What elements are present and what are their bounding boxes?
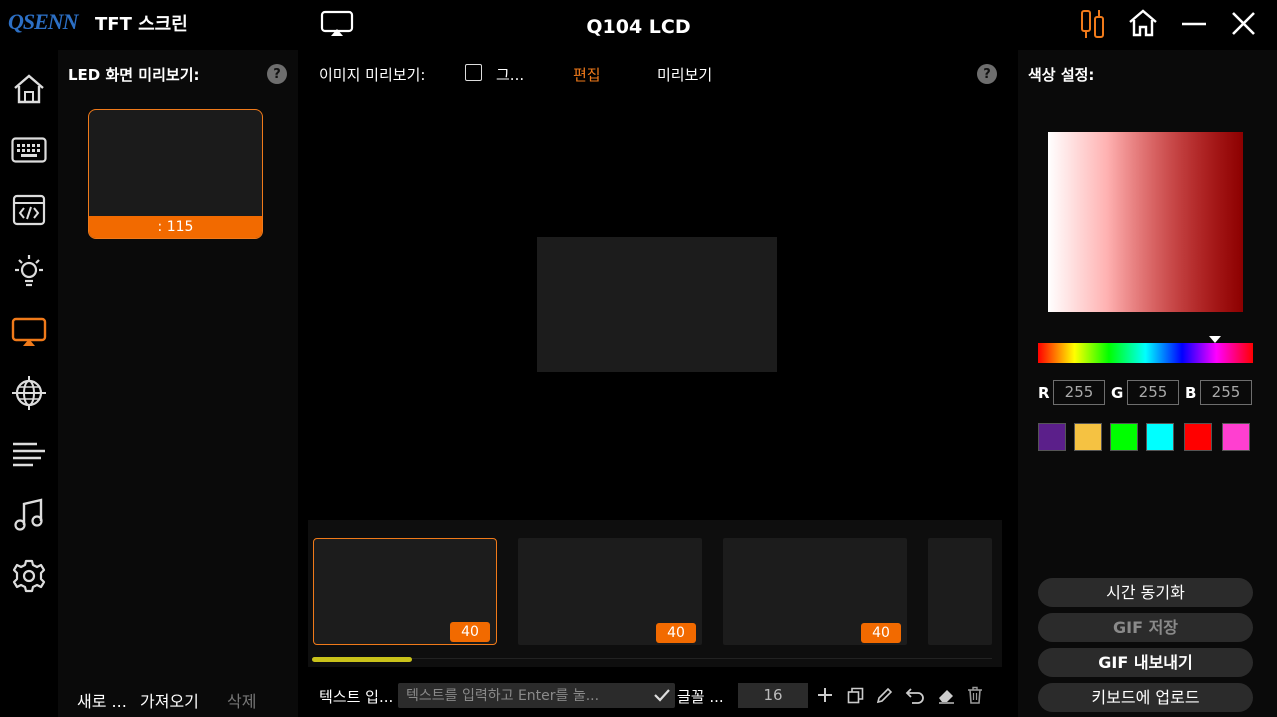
screen-cast-icon: [11, 317, 47, 346]
undo-icon[interactable]: [904, 684, 926, 706]
color-swatch[interactable]: [1074, 423, 1102, 451]
hue-slider-handle[interactable]: [1209, 336, 1221, 343]
trash-icon[interactable]: [964, 684, 986, 706]
led-preview-panel: LED 화면 미리보기: ? : 115 새로 ... 가져오기 삭제: [58, 50, 298, 717]
font-size-field[interactable]: 16: [738, 683, 808, 708]
help-icon[interactable]: ?: [977, 64, 997, 84]
font-label: 글꼴 ...: [677, 688, 724, 706]
upload-to-keyboard-button[interactable]: 키보드에 업로드: [1038, 683, 1253, 712]
minimize-icon[interactable]: [1180, 12, 1208, 40]
color-swatch[interactable]: [1110, 423, 1138, 451]
text-toolbar: 텍스트 입... 글꼴 ... 16: [306, 678, 1004, 717]
brand-logo: QSENN: [8, 9, 79, 34]
help-icon[interactable]: ?: [267, 64, 287, 84]
text-input[interactable]: [398, 683, 675, 708]
led-thumbnail[interactable]: : 115: [88, 109, 263, 239]
sidebar: [0, 50, 58, 717]
import-button[interactable]: 가져오기: [140, 688, 199, 712]
color-settings-panel: 색상 설정: R 255 G 255 B 255 시간 동기화 GIF 저장 G…: [1018, 50, 1277, 717]
frame-duration: 40: [861, 623, 901, 643]
keyboard-icon: [11, 137, 47, 163]
led-preview-title: LED 화면 미리보기:: [68, 66, 200, 84]
tab-edit[interactable]: 편집: [573, 64, 601, 85]
grid-checkbox[interactable]: [465, 64, 482, 81]
time-sync-button[interactable]: 시간 동기화: [1038, 578, 1253, 607]
edit-canvas[interactable]: [308, 88, 1002, 520]
home-icon: [14, 74, 44, 104]
frames-scrollbar-track[interactable]: [312, 658, 992, 659]
tab-preview[interactable]: 미리보기: [657, 64, 712, 85]
blue-label: B: [1185, 384, 1197, 402]
eraser-icon[interactable]: [935, 684, 957, 706]
saturation-value-picker[interactable]: [1048, 132, 1243, 312]
color-settings-title: 색상 설정:: [1028, 66, 1095, 84]
sidebar-item-macro[interactable]: [6, 187, 52, 233]
frame-thumbnail[interactable]: [928, 538, 992, 645]
frames-strip: 40 40 40: [308, 520, 1002, 667]
led-thumbnail-label: : 115: [89, 216, 262, 238]
blue-value-field[interactable]: 255: [1200, 380, 1252, 405]
color-swatch[interactable]: [1146, 423, 1174, 451]
check-icon[interactable]: [652, 685, 672, 709]
app-title: TFT 스크린: [95, 14, 188, 35]
green-value-field[interactable]: 255: [1127, 380, 1179, 405]
frames-scrollbar-thumb[interactable]: [312, 657, 412, 662]
delete-button[interactable]: 삭제: [227, 688, 256, 712]
sidebar-item-lighting[interactable]: [6, 248, 52, 294]
sidebar-item-home[interactable]: [6, 66, 52, 112]
sidebar-item-music[interactable]: [6, 492, 52, 538]
sidebar-item-network[interactable]: [6, 370, 52, 416]
pencil-icon[interactable]: [873, 684, 895, 706]
screen-cast-icon[interactable]: [320, 10, 354, 42]
color-swatch[interactable]: [1184, 423, 1212, 451]
sidebar-item-audio-visualizer[interactable]: [6, 431, 52, 477]
frame-thumbnail[interactable]: 40: [518, 538, 702, 645]
gif-export-button[interactable]: GIF 내보내기: [1038, 648, 1253, 677]
frame-thumbnail[interactable]: 40: [723, 538, 907, 645]
green-label: G: [1111, 384, 1124, 402]
light-bulb-icon: [15, 255, 43, 287]
code-window-icon: [12, 194, 46, 226]
image-preview-label: 이미지 미리보기:: [319, 66, 426, 84]
title-bar: QSENN TFT 스크린 Q104 LCD: [0, 0, 1277, 50]
globe-icon: [12, 376, 46, 410]
close-icon[interactable]: [1230, 10, 1257, 41]
gif-save-button[interactable]: GIF 저장: [1038, 613, 1253, 642]
frame-duration: 40: [450, 622, 490, 642]
gear-icon: [12, 559, 46, 593]
equalizer-icon: [13, 442, 45, 467]
canvas-screen-area[interactable]: [537, 237, 777, 372]
frame-thumbnail[interactable]: 40: [313, 538, 497, 645]
frame-duration: 40: [656, 623, 696, 643]
red-label: R: [1038, 384, 1050, 402]
new-button[interactable]: 새로 ...: [77, 688, 127, 712]
text-input-label: 텍스트 입...: [319, 688, 394, 706]
red-value-field[interactable]: 255: [1053, 380, 1105, 405]
sidebar-item-keyboard[interactable]: [6, 127, 52, 173]
copy-icon[interactable]: [844, 684, 866, 706]
sidebar-item-settings[interactable]: [6, 553, 52, 599]
hue-slider[interactable]: [1038, 343, 1253, 363]
grid-checkbox-label: 그...: [496, 66, 525, 84]
home-icon[interactable]: [1127, 8, 1159, 42]
color-swatch[interactable]: [1038, 423, 1066, 451]
image-editor: 이미지 미리보기: 그... 편집 미리보기 ? 40 40 40 텍스트 입.…: [306, 50, 1004, 717]
firmware-icon[interactable]: [1079, 8, 1107, 44]
music-note-icon: [14, 498, 43, 531]
sidebar-item-tft-screen[interactable]: [6, 309, 52, 355]
add-icon[interactable]: [814, 684, 836, 706]
color-swatch[interactable]: [1222, 423, 1250, 451]
